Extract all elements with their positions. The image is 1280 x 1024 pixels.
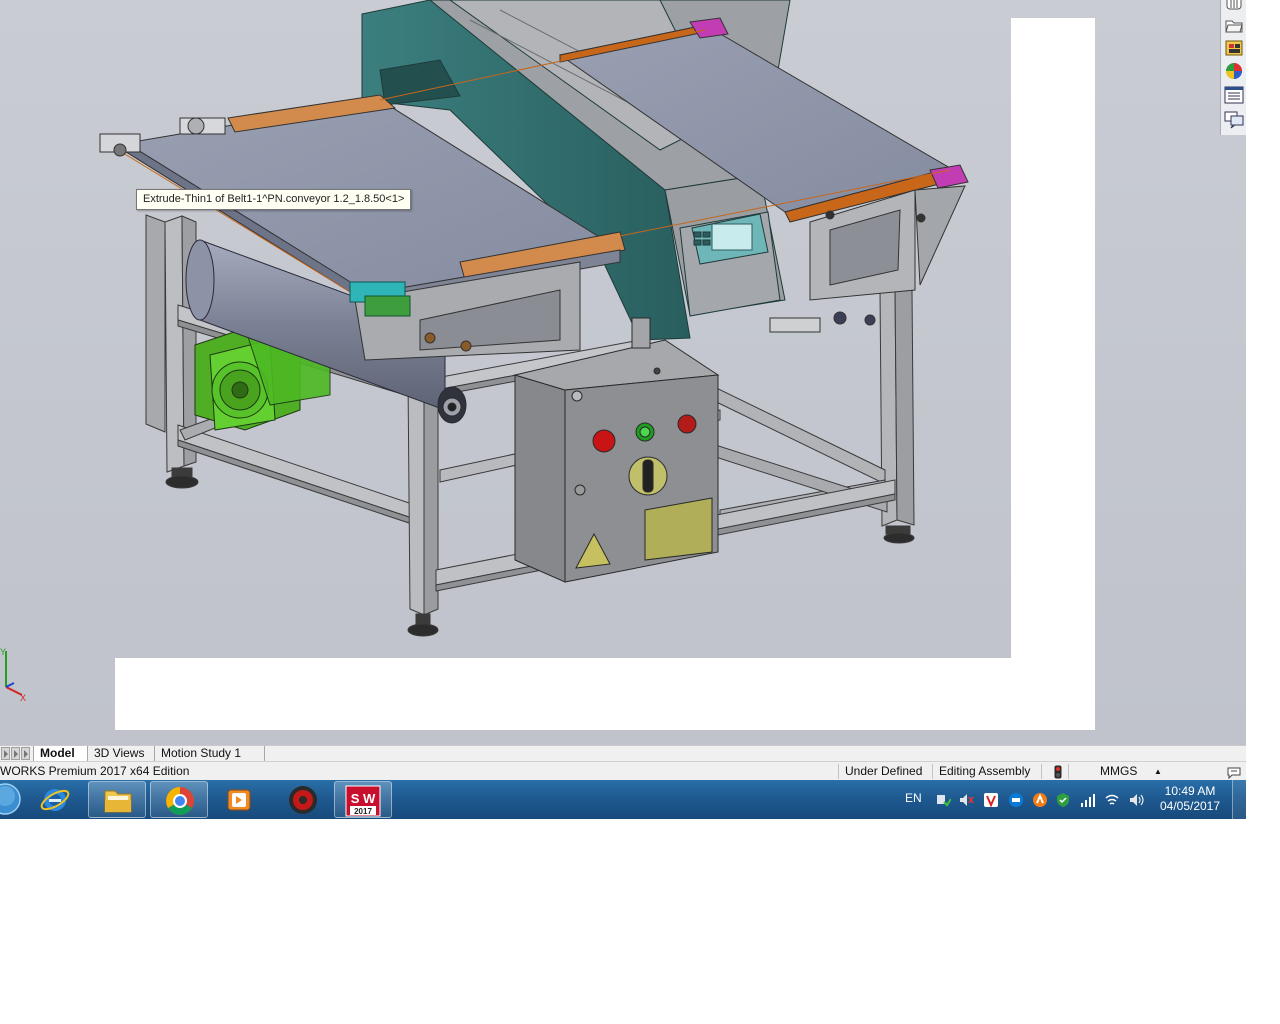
solidworks-year-text: 2017 <box>354 807 372 816</box>
units-selector[interactable]: MMGS <box>1100 762 1137 781</box>
forum-icon[interactable] <box>1223 109 1245 129</box>
taskbar-solidworks[interactable]: S W 2017 <box>334 781 392 818</box>
design-library-icon[interactable] <box>1223 15 1245 35</box>
taskbar-media-player[interactable] <box>210 781 268 818</box>
avast-icon[interactable] <box>1032 792 1048 808</box>
volume-icon[interactable] <box>1128 792 1144 808</box>
tab-scroll-prev-icon[interactable] <box>11 747 20 760</box>
status-bar: WORKS Premium 2017 x64 Edition Under Def… <box>0 761 1246 781</box>
triad-y-label: Y <box>0 647 6 657</box>
file-explorer-icon <box>104 790 132 813</box>
chrome-icon <box>166 787 194 815</box>
graphics-viewport[interactable]: Extrude-Thin1 of Belt1-1^PN.conveyor 1.2… <box>0 0 1246 745</box>
vivaldi-icon[interactable] <box>983 792 999 808</box>
custom-properties-icon[interactable] <box>1223 85 1245 105</box>
taskbar-antivirus[interactable] <box>274 781 332 818</box>
task-pane <box>1220 0 1246 135</box>
taskbar-internet-explorer[interactable] <box>26 781 84 818</box>
solidworks-2017-icon: S W 2017 <box>345 785 381 817</box>
zalo-icon[interactable] <box>1008 792 1024 808</box>
tab-motion-study-1[interactable]: Motion Study 1 <box>155 746 265 761</box>
quick-tips-icon[interactable] <box>1226 764 1242 779</box>
system-clock[interactable]: 10:49 AM 04/05/2017 <box>1150 784 1230 814</box>
security-shield-icon[interactable] <box>1055 792 1071 808</box>
status-separator <box>1068 764 1069 779</box>
reference-triad-icon: Y X <box>0 647 26 703</box>
show-desktop-button[interactable] <box>1232 780 1247 819</box>
conveyor-assembly-model[interactable] <box>0 0 1246 745</box>
solidworks-badge-text: S W <box>351 791 376 806</box>
rebuild-indicator-icon[interactable] <box>1054 765 1062 779</box>
clock-date: 04/05/2017 <box>1159 799 1221 813</box>
start-orb-icon[interactable] <box>0 782 22 816</box>
speaker-muted-icon[interactable] <box>958 792 974 808</box>
appearances-icon[interactable] <box>1223 61 1245 81</box>
units-up-arrow-icon[interactable]: ▲ <box>1154 762 1162 781</box>
status-separator <box>932 764 933 779</box>
internet-explorer-icon <box>40 789 70 811</box>
feature-tooltip: Extrude-Thin1 of Belt1-1^PN.conveyor 1.2… <box>136 189 412 210</box>
clock-time: 10:49 AM <box>1164 784 1216 798</box>
status-separator <box>1041 764 1042 779</box>
media-player-icon <box>227 789 251 811</box>
model-view-tabs: Model 3D Views Motion Study 1 <box>0 745 1246 762</box>
status-separator <box>838 764 839 779</box>
antivirus-icon <box>289 786 317 814</box>
tab-3d-views[interactable]: 3D Views <box>88 746 155 761</box>
tab-scroll-next-icon[interactable] <box>21 747 30 760</box>
windows-taskbar: S W 2017 EN 10:49 AM 04/05/2017 <box>0 780 1247 819</box>
taskbar-file-explorer[interactable] <box>88 781 146 818</box>
file-explorer-icon[interactable] <box>1223 38 1245 58</box>
tab-model[interactable]: Model <box>33 746 88 761</box>
language-indicator[interactable]: EN <box>905 791 922 805</box>
taskbar-chrome[interactable] <box>150 781 208 818</box>
triad-x-label: X <box>20 693 26 703</box>
status-product-name: WORKS Premium 2017 x64 Edition <box>0 764 190 778</box>
solidworks-resources-icon[interactable] <box>1223 0 1245 12</box>
network-status-icon[interactable] <box>935 792 951 808</box>
signal-bars-icon[interactable] <box>1080 792 1096 808</box>
status-definition-state: Under Defined <box>845 764 923 778</box>
status-editing-mode: Editing Assembly <box>939 764 1031 778</box>
wireless-network-icon[interactable] <box>1104 792 1120 808</box>
tab-scroll-first-icon[interactable] <box>1 747 10 760</box>
